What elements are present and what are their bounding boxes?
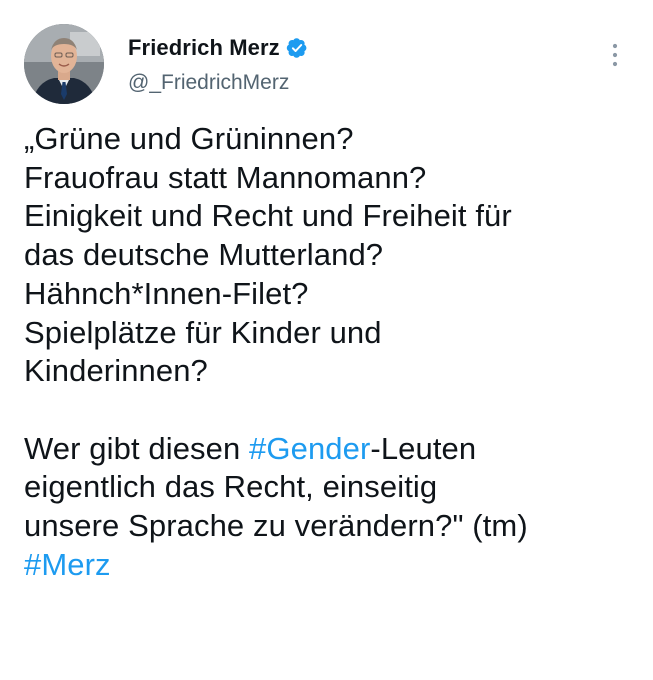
tweet-line: „Grüne und Grüninnen? [24, 121, 354, 156]
author-names: Friedrich Merz @_FriedrichMerz [128, 34, 308, 95]
tweet-line: unsere Sprache zu verändern?" (tm) [24, 508, 528, 544]
tweet-line: Kinderinnen? [24, 353, 208, 389]
hashtag-gender-link[interactable]: #Gender [249, 431, 370, 466]
tweet-text: „Grüne und Grüninnen? Frauofrau statt Ma… [24, 120, 634, 584]
tweet-line: eigentlich das Recht, einseitig [24, 469, 438, 505]
tweet-card: Friedrich Merz @_FriedrichMerz „Grüne un… [0, 0, 653, 680]
tweet-line: -Leuten [370, 430, 477, 466]
tweet-line: Hähnch*Innen-Filet? [24, 275, 309, 311]
tweet-line: Frauofrau statt Mannomann? [24, 159, 427, 195]
display-name-row: Friedrich Merz [128, 34, 308, 62]
display-name[interactable]: Friedrich Merz [128, 35, 280, 61]
verified-badge-icon [286, 37, 308, 59]
hashtag-merz-link[interactable]: #Merz [24, 547, 111, 582]
tweet-line: das deutsche Mutterland? [24, 237, 384, 273]
author-handle[interactable]: @_FriedrichMerz [128, 71, 308, 95]
tweet-header: Friedrich Merz @_FriedrichMerz [24, 24, 629, 108]
more-options-icon[interactable] [609, 42, 621, 68]
tweet-line: Wer gibt diesen [24, 430, 250, 466]
tweet-line: Spielplätze für Kinder und [24, 314, 382, 350]
tweet-line: Einigkeit und Recht und Freiheit für [24, 198, 512, 234]
avatar-photo-icon [24, 24, 104, 104]
avatar[interactable] [24, 24, 104, 104]
